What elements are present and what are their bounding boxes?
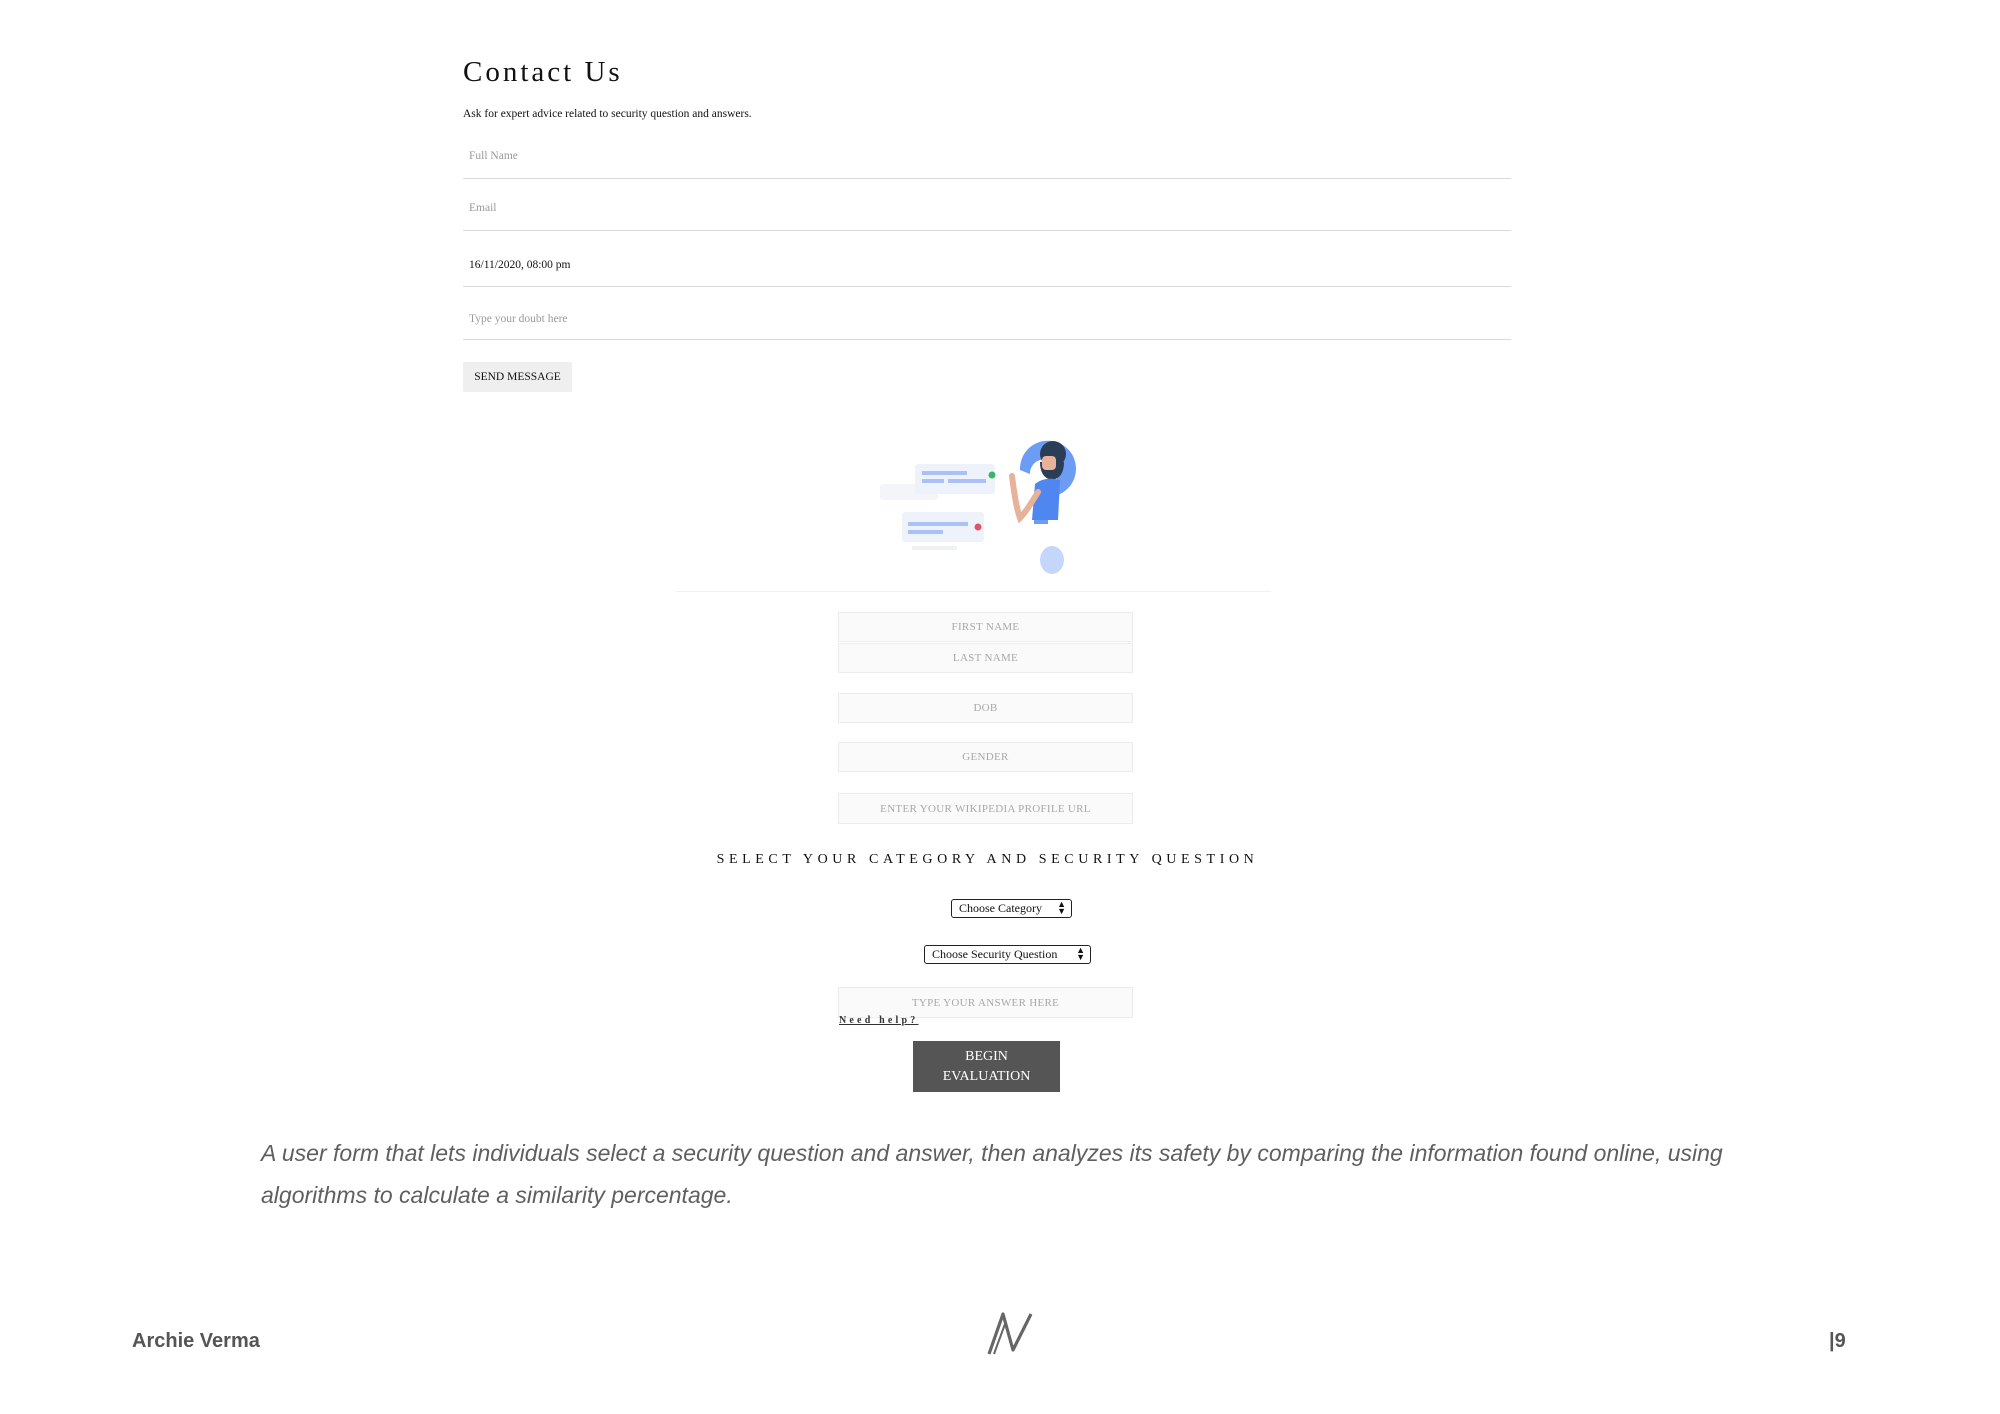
footer-author: Archie Verma [132, 1330, 260, 1352]
last-name-input[interactable] [838, 643, 1133, 673]
security-question-select-value: Choose Security Question [932, 947, 1058, 961]
category-heading: SELECT YOUR CATEGORY AND SECURITY QUESTI… [716, 852, 1259, 867]
illustration-divider [676, 591, 1271, 592]
answer-input[interactable] [838, 987, 1133, 1018]
category-select[interactable]: Choose Category ▲ ▼ [951, 899, 1072, 918]
person-with-question-mark-illustration [880, 440, 1076, 574]
dob-input[interactable] [838, 693, 1133, 723]
nv-monogram-logo [987, 1312, 1033, 1355]
email-input[interactable] [463, 185, 1511, 231]
select-arrows-icon: ▲ ▼ [1076, 945, 1085, 962]
contact-subtitle: Ask for expert advice related to securit… [463, 108, 752, 120]
full-name-input[interactable] [463, 133, 1511, 179]
contact-title: Contact Us [463, 56, 623, 88]
need-help-link[interactable]: Need help? [839, 1015, 919, 1026]
category-select-value: Choose Category [959, 901, 1042, 915]
select-arrows-icon: ▲ ▼ [1057, 899, 1066, 916]
begin-evaluation-button[interactable]: BEGIN EVALUATION [913, 1041, 1060, 1092]
page-number: |9 [1829, 1330, 1846, 1352]
send-message-button[interactable]: SEND MESSAGE [463, 362, 572, 392]
doubt-input[interactable] [463, 298, 1511, 340]
figure-caption: A user form that lets individuals select… [261, 1140, 1723, 1208]
datetime-input[interactable] [463, 243, 1511, 287]
gender-input[interactable] [838, 742, 1133, 772]
security-question-select[interactable]: Choose Security Question ▲ ▼ [924, 945, 1091, 964]
first-name-input[interactable] [838, 612, 1133, 642]
wikipedia-url-input[interactable] [838, 793, 1133, 824]
